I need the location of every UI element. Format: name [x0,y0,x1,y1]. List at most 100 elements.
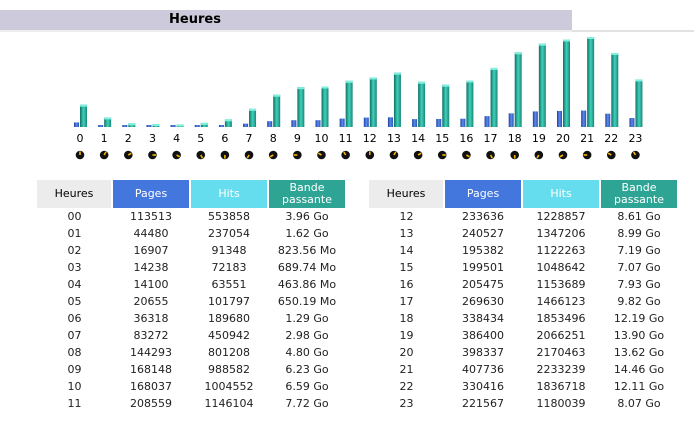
x-tick-label: 10 [315,132,329,145]
cell-hits: 1180039 [536,397,586,410]
clock-icon [99,150,109,160]
x-tick-label: 15 [435,132,449,145]
table-row: 23 221567 1180039 8.07 Go [369,395,678,412]
bar-hits-21 [587,37,595,127]
bar-pages-20 [557,110,562,127]
clock-icon [534,150,544,160]
bar-hits-22 [611,52,619,127]
bar-hits-15 [442,84,450,127]
bar-pages-19 [532,111,538,127]
x-tick-label: 7 [246,132,253,145]
cell-bandwidth: 823.56 Mo [277,244,337,257]
cell-hour: 11 [67,397,82,410]
bar-hits-cap-1 [104,117,112,120]
bar-pages-6 [218,125,224,127]
table-row: 12 233636 1228857 8.61 Go [369,208,678,225]
cell-hits: 1466123 [536,295,586,308]
bar-hits-cap-8 [273,94,281,97]
bar-pages-14 [412,119,418,127]
bar-pages-0 [74,122,79,127]
cell-hits: 1228857 [536,210,586,223]
cell-hour: 16 [399,278,414,291]
cell-hour: 01 [67,227,82,240]
table-row: 00 113513 553858 3.96 Go [37,208,346,225]
x-tick-label: 18 [508,132,522,145]
table-row: 14 195382 1122263 7.19 Go [369,242,678,259]
cell-hour: 10 [67,380,82,393]
cell-pages: 205475 [462,278,504,291]
cell-bandwidth: 463.86 Mo [277,278,337,291]
cell-hour: 13 [399,227,414,240]
bar-hits-cap-23 [635,79,643,82]
cell-hits: 72183 [211,261,247,274]
bar-hits-cap-10 [321,86,329,89]
bar-pages-2 [122,125,128,127]
cell-pages: 208559 [130,397,172,410]
bar-pages-21 [581,110,587,127]
cell-bandwidth: 12.11 Go [613,380,665,393]
cell-hour: 03 [67,261,82,274]
cell-hour: 19 [399,329,414,342]
cell-hits: 1048642 [536,261,586,274]
clock-icon [437,150,447,160]
x-tick-label: 12 [363,132,377,145]
bar-hits-cap-7 [249,108,257,111]
bar-hits-cap-6 [224,119,232,122]
bar-hits-cap-21 [587,37,595,39]
cell-pages: 269630 [462,295,504,308]
table-row: 07 83272 450942 2.98 Go [37,327,346,344]
table-row: 10 168037 1004552 6.59 Go [37,378,346,395]
x-tick-label: 17 [484,132,498,145]
cell-bandwidth: 7.72 Go [285,397,329,410]
cell-bandwidth: 3.96 Go [285,210,329,223]
hours-table-left: Heures Pages Hits Bande passante 00 11351… [37,180,347,412]
table-row: 11 208559 1146104 7.72 Go [37,395,346,412]
cell-pages: 330416 [462,380,504,393]
table-row: 08 144293 801208 4.80 Go [37,344,346,361]
cell-bandwidth: 9.82 Go [617,295,661,308]
hours-table-right: Heures Pages Hits Bande passante 12 23363… [369,180,679,412]
table-row: 02 16907 91348 823.56 Mo [37,242,346,259]
cell-hour: 17 [399,295,414,308]
clock-icon [631,150,640,160]
cell-pages: 338434 [462,312,504,325]
bar-pages-22 [605,113,611,127]
x-tick-label: 6 [221,132,228,145]
clock-icon [389,150,399,160]
cell-hits: 1347206 [536,227,586,240]
bar-hits-cap-13 [393,72,401,75]
col-header-hour: Heures [369,180,445,208]
cell-hour: 09 [67,363,82,376]
cell-hour: 12 [399,210,414,223]
bar-hits-cap-19 [538,43,546,46]
cell-hits: 1122263 [536,244,586,257]
cell-pages: 240527 [462,227,504,240]
cell-hour: 18 [399,312,414,325]
bar-hits-cap-3 [152,124,160,127]
cell-hits: 1004552 [204,380,254,393]
x-tick-label: 11 [339,132,353,145]
bar-pages-4 [170,125,176,127]
x-tick-label: 21 [580,132,594,145]
clock-icon [413,150,423,160]
cell-pages: 83272 [133,329,169,342]
cell-hour: 00 [67,210,82,223]
bar-hits-10 [321,86,329,127]
bar-hits-cap-15 [442,84,450,87]
bar-pages-5 [194,125,200,127]
bar-hits-13 [393,72,401,127]
table-row: 16 205475 1153689 7.93 Go [369,276,678,293]
cell-hits: 1853496 [536,312,586,325]
cell-hits: 189680 [208,312,250,325]
cell-hour: 02 [67,244,82,257]
cell-pages: 36318 [133,312,169,325]
bar-hits-cap-9 [297,87,305,90]
clock-icon [172,150,181,160]
x-tick-label: 14 [411,132,425,145]
bar-hits-0 [80,104,87,127]
cell-pages: 14238 [133,261,169,274]
x-tick-label: 22 [604,132,618,145]
cell-hour: 05 [67,295,82,308]
cell-hour: 22 [399,380,414,393]
bar-hits-cap-17 [490,67,498,70]
